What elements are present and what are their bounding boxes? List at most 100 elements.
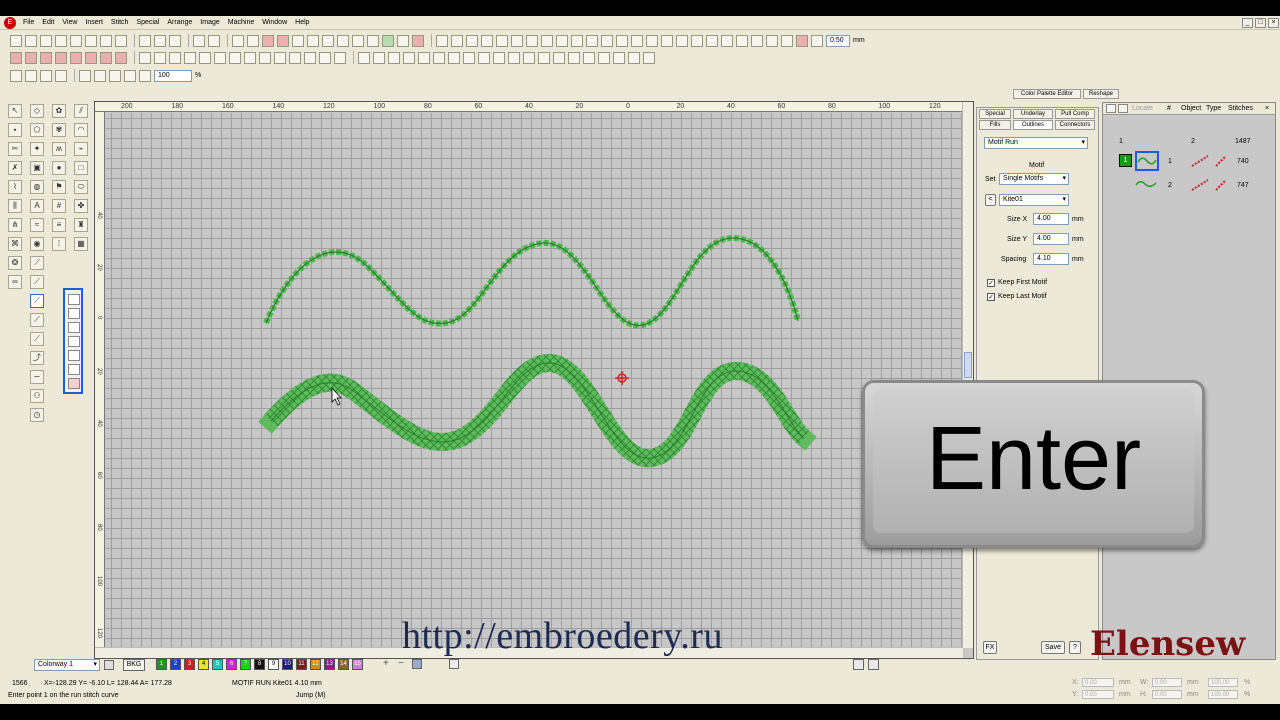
set-select[interactable]: Single Motifs ▾ xyxy=(999,173,1069,185)
edit-2-icon[interactable] xyxy=(373,51,385,64)
locate-button[interactable]: Locate xyxy=(1132,103,1153,115)
needle-tool-icon[interactable]: ⟋ xyxy=(30,256,44,270)
restore-icon[interactable]: □ xyxy=(1255,18,1266,28)
save-button[interactable]: Save xyxy=(1041,641,1065,654)
y-input[interactable]: 0.00 xyxy=(1082,690,1114,699)
order-icon[interactable] xyxy=(526,34,538,47)
menu-view[interactable]: View xyxy=(58,16,81,30)
size-x-input[interactable]: 4.00 xyxy=(1033,213,1069,225)
colorway-select[interactable]: Colorway 1 ▾ xyxy=(34,659,100,671)
stitch-edit-icon[interactable] xyxy=(40,69,52,82)
fill-icon[interactable] xyxy=(277,34,289,47)
e-stitch-icon[interactable] xyxy=(70,51,82,64)
menu-arrange[interactable]: Arrange xyxy=(163,16,196,30)
chain-tool-icon[interactable]: ∞ xyxy=(8,275,22,289)
bean-tool-icon[interactable]: ⌁ xyxy=(74,142,88,156)
edit-12-icon[interactable] xyxy=(523,51,535,64)
thread-swatch[interactable]: 6 xyxy=(226,659,237,670)
cross-tool-icon[interactable]: ✗ xyxy=(8,161,22,175)
tab-connectors[interactable]: Connectors xyxy=(1055,120,1095,130)
table-icon[interactable] xyxy=(367,34,379,47)
object-7-icon[interactable] xyxy=(229,51,241,64)
object-1-icon[interactable] xyxy=(139,51,151,64)
motif-slot[interactable] xyxy=(68,378,80,389)
column-tool-icon[interactable]: ⫼ xyxy=(8,199,22,213)
e-stitch-tool-icon[interactable]: ⟋ xyxy=(30,332,44,346)
knife-icon[interactable] xyxy=(661,34,673,47)
zoom-in-icon[interactable] xyxy=(94,69,106,82)
zoom-fit-icon[interactable] xyxy=(124,69,136,82)
thread-swatch[interactable]: 4 xyxy=(198,659,209,670)
keep-first-checkbox[interactable]: ✓ xyxy=(987,279,995,287)
h-percent-input[interactable]: 100.00 xyxy=(1208,690,1238,699)
redo-icon[interactable] xyxy=(208,34,220,47)
hole-icon[interactable] xyxy=(721,34,733,47)
thread-swatch[interactable]: 1 xyxy=(156,659,167,670)
edit-14-icon[interactable] xyxy=(553,51,565,64)
wreath-2-tool-icon[interactable]: ❂ xyxy=(8,256,22,270)
edit-20-icon[interactable] xyxy=(643,51,655,64)
tab-special[interactable]: Special xyxy=(979,109,1011,119)
curve-tool-icon[interactable]: ◠ xyxy=(74,123,88,137)
reshape-icon[interactable] xyxy=(25,69,37,82)
motif-slot[interactable] xyxy=(68,322,80,333)
thread-swatch[interactable]: 3 xyxy=(184,659,195,670)
spacing-input[interactable]: 4.10 xyxy=(1033,253,1069,265)
object-3-icon[interactable] xyxy=(169,51,181,64)
view-mode-icon[interactable] xyxy=(853,659,864,670)
distribute-icon[interactable] xyxy=(511,34,523,47)
arrow-tool-icon[interactable]: ↖ xyxy=(8,104,22,118)
object-5-icon[interactable] xyxy=(199,51,211,64)
offset-input[interactable]: 0.50 xyxy=(826,34,850,47)
grid-icon[interactable] xyxy=(352,34,364,47)
edit-8-icon[interactable] xyxy=(463,51,475,64)
polygon-tool-icon[interactable]: ⬠ xyxy=(30,123,44,137)
object-thumb-2[interactable] xyxy=(1135,177,1159,193)
eye-tool-icon[interactable]: ◉ xyxy=(30,237,44,251)
menu-window[interactable]: Window xyxy=(258,16,291,30)
motif-slot[interactable] xyxy=(68,364,80,375)
node-tool-icon[interactable]: ⬩ xyxy=(8,123,22,137)
edit-16-icon[interactable] xyxy=(583,51,595,64)
connect-tool-icon[interactable]: ⌘ xyxy=(8,237,22,251)
tab-underlay[interactable]: Underlay xyxy=(1013,109,1053,119)
remove-color-icon[interactable]: − xyxy=(398,658,404,669)
ungroup-icon[interactable] xyxy=(556,34,568,47)
menu-machine[interactable]: Machine xyxy=(224,16,258,30)
undo-icon[interactable] xyxy=(193,34,205,47)
bean-icon[interactable] xyxy=(115,51,127,64)
rect-tool-icon[interactable]: □ xyxy=(74,161,88,175)
candle-icon[interactable] xyxy=(100,51,112,64)
edit-6-icon[interactable] xyxy=(433,51,445,64)
thread-swatch[interactable]: 14 xyxy=(338,659,349,670)
ellipse-tool-icon[interactable]: ⬭ xyxy=(74,180,88,194)
thread-swatch[interactable]: 7 xyxy=(240,659,251,670)
object-11-icon[interactable] xyxy=(289,51,301,64)
measure-icon[interactable] xyxy=(55,69,67,82)
thread-swatch[interactable]: 11 xyxy=(296,659,307,670)
object-9-icon[interactable] xyxy=(259,51,271,64)
shape-tool-icon[interactable]: ◇ xyxy=(30,104,44,118)
object-4-icon[interactable] xyxy=(184,51,196,64)
zigzag-icon[interactable] xyxy=(55,51,67,64)
outline-icon[interactable] xyxy=(691,34,703,47)
rotate-icon[interactable] xyxy=(601,34,613,47)
print-preview-icon[interactable] xyxy=(85,34,97,47)
regen-icon[interactable] xyxy=(232,34,244,47)
panel-close-icon[interactable]: × xyxy=(1265,103,1269,115)
pattern-tool-icon[interactable]: ▦ xyxy=(74,237,88,251)
list-view-icon[interactable] xyxy=(449,659,459,669)
shape-icon[interactable] xyxy=(292,34,304,47)
triple-run-icon[interactable] xyxy=(25,51,37,64)
menu-help[interactable]: Help xyxy=(291,16,313,30)
motif-tool-icon[interactable]: ✿ xyxy=(52,104,66,118)
thread-swatch[interactable]: 2 xyxy=(170,659,181,670)
align-icon[interactable] xyxy=(496,34,508,47)
motif-slot[interactable] xyxy=(68,350,80,361)
needle-icon[interactable] xyxy=(337,34,349,47)
w-percent-input[interactable]: 100.00 xyxy=(1208,678,1238,687)
thread-swatch[interactable]: 9 xyxy=(268,659,279,670)
group-icon[interactable] xyxy=(541,34,553,47)
thread-chart-icon[interactable] xyxy=(412,659,422,669)
branch-tool-icon[interactable]: ⋔ xyxy=(8,218,22,232)
